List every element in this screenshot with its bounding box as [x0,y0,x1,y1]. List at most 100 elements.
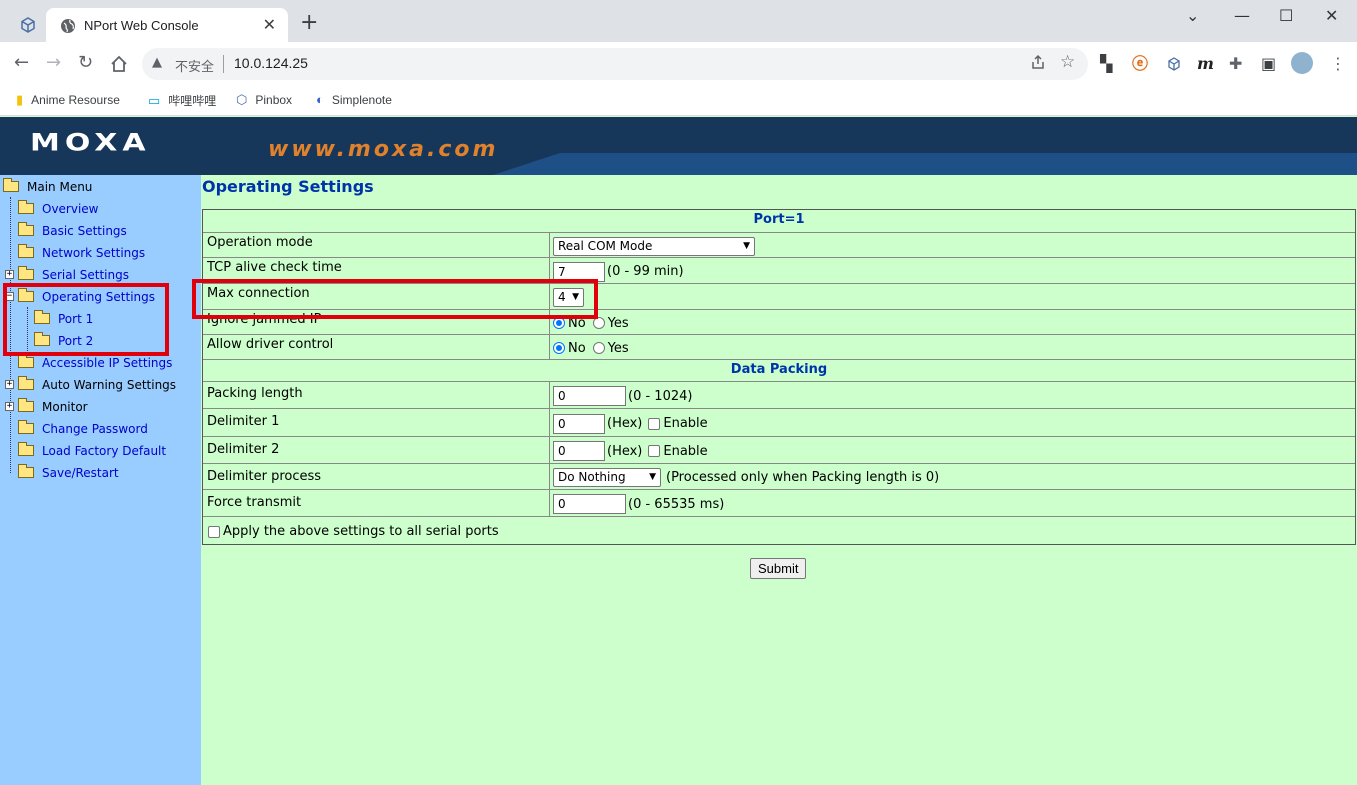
delimiter-process-row: Delimiter process Do Nothing ▼ (Processed… [203,464,1355,490]
delimiter-1-row: Delimiter 1 0 (Hex) Enable [203,409,1355,437]
minimize-button[interactable]: — [1234,6,1250,25]
bookmark-label: 哔哩哔哩 [168,94,217,108]
insecure-label[interactable]: 不安全 [175,56,214,75]
radio-label: Yes [607,315,629,331]
apply-all-ports-checkbox[interactable] [208,525,220,538]
sidebar-label: Auto Warning Settings [42,378,177,392]
packing-length-range: (0 - 1024) [628,388,693,404]
sidebar-item-overview[interactable]: Overview [18,198,99,220]
sidebar-root-main-menu[interactable]: Main Menu [3,176,92,198]
extension-grid-icon[interactable]: ▚ [1100,54,1112,74]
sidebar-item-load-factory-default[interactable]: Load Factory Default [18,440,166,462]
apply-all-row: Apply the above settings to all serial p… [203,517,1355,544]
delimiter-process-select[interactable]: Do Nothing ▼ [553,468,661,487]
highlight-box-operating-settings [3,283,169,356]
reload-icon[interactable]: ↻ [78,52,93,74]
sidebar-label: Serial Settings [42,268,129,282]
expand-plus-icon[interactable]: + [5,402,14,411]
new-tab-button[interactable]: + [300,12,318,34]
delimiter-1-enable-checkbox[interactable] [648,417,661,430]
sidebar-label: Save/Restart [42,466,119,480]
force-transmit-input[interactable]: 0 [553,494,626,514]
data-packing-header: Data Packing [730,362,828,377]
omnibox-separator [223,55,224,73]
tab-close-icon[interactable]: ✕ [263,15,276,34]
extension-m-icon[interactable]: m [1197,54,1214,74]
hex-label: (Hex) [607,443,643,459]
sidebar-item-auto-warning-settings[interactable]: Auto Warning Settings [18,374,176,396]
url-text[interactable]: 10.0.124.25 [234,55,308,71]
tab-list-chevron-icon[interactable]: ⌄ [1186,6,1199,25]
warning-triangle-icon[interactable]: ▲ [152,55,162,70]
tab-search-cube-icon[interactable] [18,15,38,35]
folder-icon [18,442,34,456]
sidebar-label: Load Factory Default [42,444,167,458]
home-icon[interactable] [110,55,128,73]
bookmark-label: Pinbox [255,93,293,107]
sidebar-item-network-settings[interactable]: Network Settings [18,242,145,264]
sidebar-label: Basic Settings [42,224,127,238]
sidebar-item-monitor[interactable]: Monitor [18,396,88,418]
extension-cube-icon[interactable] [1166,56,1182,72]
more-menu-icon[interactable]: ⋮ [1330,54,1346,74]
sidebar-item-save-restart[interactable]: Save/Restart [18,462,119,484]
folder-open-icon [3,178,19,192]
maximize-button[interactable]: ☐ [1279,6,1293,25]
forward-arrow-icon[interactable]: → [46,52,61,74]
allow-driver-label: Allow driver control [203,335,550,359]
omnibox[interactable]: ▲ 不安全 10.0.124.25 ☆ [142,48,1088,80]
puzzle-extensions-icon[interactable]: ✚ [1229,54,1242,74]
folder-icon [18,244,34,258]
radio-label: No [568,340,586,356]
delimiter-process-label: Delimiter process [203,464,550,489]
packing-length-input[interactable]: 0 [553,386,626,406]
submit-button[interactable]: Submit [750,558,807,579]
sidebar-label: Network Settings [42,246,146,260]
back-arrow-icon[interactable]: ← [14,52,29,74]
sidebar-label: Main Menu [27,180,93,194]
operation-mode-row: Operation mode Real COM Mode ▼ [203,233,1355,258]
allow-driver-yes-radio[interactable] [592,342,605,354]
share-icon[interactable] [1030,54,1046,70]
sidebar-item-change-password[interactable]: Change Password [18,418,148,440]
operation-mode-select[interactable]: Real COM Mode ▼ [553,236,755,256]
checkbox-label: Enable [663,443,708,459]
moxa-banner: MOXA www.moxa.com [0,117,1357,175]
apply-all-label: Apply the above settings to all serial p… [223,524,499,539]
checkbox-label: Enable [663,416,708,431]
folder-icon [18,266,34,280]
sidebar-label: Change Password [42,422,148,436]
bookmark-anime-resourse[interactable]: ▮ Anime Resourse [16,92,120,108]
expand-plus-icon[interactable]: + [5,270,14,279]
bookmark-label: Simplenote [331,93,392,107]
close-window-button[interactable]: ✕ [1325,6,1338,25]
highlight-box-max-connection [192,279,598,319]
delimiter-process-note: (Processed only when Packing length is 0… [666,470,940,485]
folder-icon [18,354,34,368]
folder-icon [18,420,34,434]
profile-avatar[interactable] [1291,52,1313,74]
globe-icon [61,19,75,33]
bookmark-star-icon[interactable]: ☆ [1060,52,1075,72]
delimiter-2-enable-checkbox[interactable] [648,445,661,457]
moxa-site-text: www.moxa.com [268,137,499,162]
delimiter-1-label: Delimiter 1 [203,409,550,436]
packing-length-label: Packing length [203,382,550,408]
delimiter-2-row: Delimiter 2 0 (Hex) Enable [203,437,1355,464]
bookmark-pinbox[interactable]: ⬡ Pinbox [236,92,292,108]
browser-tab-active[interactable]: NPort Web Console ✕ [46,8,288,42]
side-panel-icon[interactable]: ▣ [1261,54,1276,74]
bookmark-bilibili[interactable]: ▭ 哔哩哔哩 [148,92,216,109]
delimiter-1-input[interactable]: 0 [553,413,605,434]
extension-orange-icon[interactable]: ⓔ [1132,54,1148,74]
delimiter-2-label: Delimiter 2 [203,437,550,463]
tab-title: NPort Web Console [84,18,199,33]
sidebar-item-basic-settings[interactable]: Basic Settings [18,220,127,242]
packing-length-row: Packing length 0 (0 - 1024) [203,382,1355,409]
force-transmit-row: Force transmit 0 (0 - 65535 ms) [203,490,1355,517]
bookmark-simplenote[interactable]: ◐ Simplenote [316,92,392,107]
expand-plus-icon[interactable]: + [5,380,14,389]
allow-driver-no-radio[interactable] [553,342,565,354]
delimiter-2-input[interactable]: 0 [553,441,605,461]
moxa-logo: MOXA [30,129,151,157]
